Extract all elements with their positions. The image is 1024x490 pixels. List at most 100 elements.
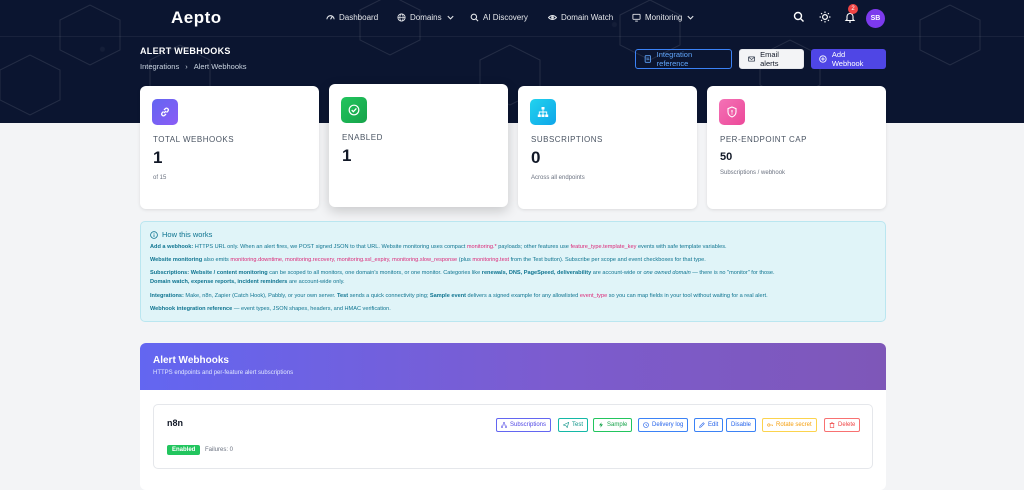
info-text: so you can map fields in your tool witho…	[607, 293, 768, 299]
status-badge: Enabled	[167, 445, 201, 455]
info-code: feature_type.template_key	[570, 244, 637, 250]
delete-button[interactable]: Delete	[824, 418, 861, 432]
stat-label: PER-ENDPOINT CAP	[720, 135, 807, 144]
edit-button[interactable]: Edit	[694, 418, 724, 432]
stat-icon-box	[719, 99, 745, 125]
sitemap-icon	[537, 107, 549, 117]
info-text: — event types, JSON shapes, headers, and…	[232, 306, 391, 312]
info-line-account-wide: Domain watch, expense reports, incident …	[150, 279, 345, 285]
rotate-secret-button[interactable]: Rotate secret	[762, 418, 817, 432]
nav-item-domains[interactable]: Domains	[397, 13, 455, 22]
breadcrumb-link-integrations[interactable]: Integrations	[140, 62, 179, 71]
info-strong: Domain watch, expense reports, incident …	[150, 279, 288, 285]
nav-item-label: Domain Watch	[561, 13, 614, 22]
brand-logo[interactable]: Aepto	[171, 8, 222, 28]
info-text: events with safe template variables.	[636, 244, 727, 250]
email-alerts-button[interactable]: Email alerts	[739, 49, 804, 69]
globe-icon	[397, 13, 406, 22]
nav-item-dashboard[interactable]: Dashboard	[326, 13, 378, 22]
search-icon[interactable]	[793, 11, 805, 23]
info-text: (plus	[457, 257, 473, 263]
nav-item-monitoring[interactable]: Monitoring	[632, 13, 695, 22]
info-title: How this works	[150, 230, 212, 239]
monitor-icon	[632, 13, 641, 22]
search-icon	[470, 13, 479, 22]
shield-icon	[727, 106, 737, 118]
info-strong: Subscriptions:	[150, 270, 190, 276]
info-strong: Sample event	[429, 293, 466, 299]
info-strong: Add a webhook:	[150, 244, 194, 250]
link-icon	[161, 107, 169, 117]
breadcrumb: Integrations › Alert Webhooks	[140, 62, 247, 71]
info-text: can be scoped to all monitors, one domai…	[267, 270, 482, 276]
button-label: Integration reference	[656, 50, 693, 68]
info-text: — there is no "monitor" for those.	[690, 270, 775, 276]
test-button[interactable]: Test	[558, 418, 589, 432]
chevron-down-icon	[446, 15, 454, 20]
stat-sub: Across all endpoints	[531, 175, 585, 181]
panel-title: Alert Webhooks	[153, 355, 229, 366]
info-title-text: How this works	[162, 230, 213, 239]
button-label: Disable	[731, 422, 752, 428]
info-code: event_type	[579, 293, 608, 299]
button-label: Delivery log	[652, 422, 684, 428]
key-icon	[767, 423, 773, 427]
check-circle-icon	[348, 104, 360, 116]
page-title: ALERT WEBHOOKS	[140, 46, 231, 56]
clock-icon	[643, 422, 649, 428]
document-icon	[644, 55, 651, 63]
info-line-reference: Webhook integration reference — event ty…	[150, 306, 391, 312]
top-navigation: Aepto Dashboard Domains AI Discovery Dom…	[0, 0, 1024, 37]
webhook-name: n8n	[167, 418, 184, 428]
button-label: Edit	[708, 422, 719, 428]
stat-label: TOTAL WEBHOOKS	[153, 135, 235, 144]
button-label: Delete	[838, 422, 856, 428]
button-label: Add Webhook	[831, 50, 864, 68]
how-this-works-info-box: How this works Add a webhook: HTTPS URL …	[140, 221, 886, 322]
stat-card-subscriptions: SUBSCRIPTIONS 0 Across all endpoints	[518, 86, 697, 209]
sun-icon[interactable]	[819, 11, 831, 23]
nav-item-domain-watch[interactable]: Domain Watch	[548, 13, 613, 22]
webhook-integration-reference-link[interactable]: Webhook integration reference	[150, 306, 232, 312]
integration-reference-button[interactable]: Integration reference	[635, 49, 732, 69]
panel-header: Alert Webhooks HTTPS endpoints and per-f…	[140, 343, 886, 390]
info-emphasis: one owned domain	[643, 270, 691, 276]
stat-value: 50	[720, 151, 733, 163]
info-text: are account-wide only.	[287, 279, 345, 285]
info-text: also emits	[202, 257, 231, 263]
disable-button[interactable]: Disable	[726, 418, 757, 432]
plus-circle-icon	[819, 55, 827, 63]
add-webhook-button[interactable]: Add Webhook	[811, 49, 886, 69]
nav-item-label: AI Discovery	[483, 13, 528, 22]
stat-label: ENABLED	[342, 133, 383, 142]
info-circle-icon	[150, 230, 158, 239]
nav-item-ai-discovery[interactable]: AI Discovery	[470, 13, 528, 22]
info-line-add-webhook: Add a webhook: HTTPS URL only. When an a…	[150, 244, 727, 250]
stat-card-enabled: ENABLED 1	[329, 84, 508, 207]
user-avatar[interactable]: SB	[866, 9, 885, 28]
stat-icon-box	[152, 99, 178, 125]
subscriptions-button[interactable]: Subscriptions	[496, 418, 552, 432]
delivery-log-button[interactable]: Delivery log	[638, 418, 689, 432]
stat-sub: Subscriptions / webhook	[720, 170, 786, 176]
stat-card-per-endpoint-cap: PER-ENDPOINT CAP 50 Subscriptions / webh…	[707, 86, 886, 209]
button-label: Email alerts	[760, 50, 779, 68]
info-strong: renewals, DNS, PageSpeed, deliverability	[481, 270, 592, 276]
info-line-integrations: Integrations: Make, n8n, Zapier (Catch H…	[150, 293, 768, 299]
envelope-icon	[748, 56, 755, 62]
sample-button[interactable]: Sample	[593, 418, 633, 432]
panel-subtitle: HTTPS endpoints and per-feature alert su…	[153, 370, 294, 376]
nav-item-label: Domains	[410, 13, 442, 22]
info-code: monitoring.test	[472, 257, 510, 263]
info-strong: Website / content monitoring	[189, 270, 268, 276]
breadcrumb-current: Alert Webhooks	[193, 62, 247, 71]
stat-icon-box	[341, 97, 367, 123]
info-code: monitoring.*	[466, 244, 497, 250]
failures-count: Failures: 0	[205, 447, 234, 453]
info-strong: Website monitoring	[150, 257, 203, 263]
sitemap-icon	[501, 422, 507, 428]
send-icon	[563, 422, 569, 428]
info-text: payloads; other features use	[496, 244, 571, 250]
stat-value: 1	[342, 146, 352, 165]
chevron-right-icon: ›	[185, 62, 188, 71]
